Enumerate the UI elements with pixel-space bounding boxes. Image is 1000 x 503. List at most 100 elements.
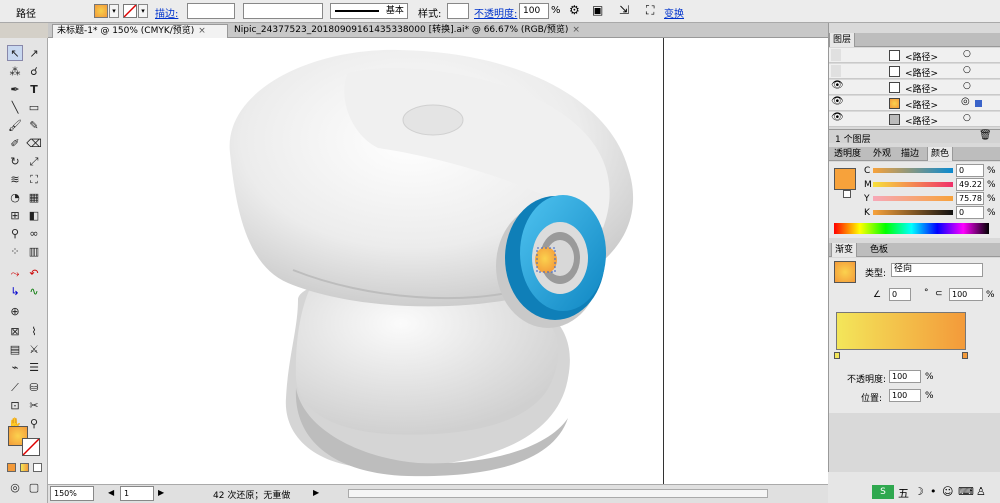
next-page-icon[interactable]: ▶ (158, 488, 164, 497)
eraser-tool-icon[interactable]: ⌫ (26, 135, 42, 151)
selection-indicator[interactable] (975, 100, 982, 107)
live-paint-tool-icon[interactable]: ⛁ (26, 379, 42, 395)
gradient-tool-icon[interactable]: ◧ (26, 207, 42, 223)
opacity-link[interactable]: 不透明度: (474, 5, 517, 20)
magic-wand-tool-icon[interactable]: ⁂ (7, 63, 23, 79)
column-graph-tool-icon[interactable]: ▥ (26, 243, 42, 259)
warp-tool-icon[interactable]: ≋ (7, 171, 23, 187)
close-icon[interactable]: × (572, 25, 580, 35)
delete-layer-icon[interactable]: 🗑 (979, 130, 992, 141)
graph-line-tool-icon[interactable]: ⌁ (7, 359, 23, 375)
channel-m-slider[interactable] (873, 182, 953, 187)
slice-tool-icon[interactable]: ⌇ (26, 323, 42, 339)
tab-untitled[interactable]: 未标题-1* @ 150% (CMYK/预览) × (52, 24, 228, 38)
target-tool-icon[interactable]: ⊕ (7, 303, 23, 319)
rectangle-tool-icon[interactable]: ▭ (26, 99, 42, 115)
measure-tool-icon[interactable]: ⟋ (7, 379, 23, 395)
screen-mode-icon[interactable]: ▢ (26, 479, 42, 495)
color-stroke-swatch[interactable] (843, 190, 851, 198)
stroke-link[interactable]: 描边: (155, 5, 178, 20)
eye-icon[interactable]: 👁 (831, 112, 844, 123)
emoji-icon[interactable]: ☺ (942, 485, 953, 498)
scissors-tool-icon[interactable]: ✂ (26, 397, 42, 413)
close-icon[interactable]: × (198, 26, 206, 36)
stroke-dropdown[interactable]: ▾ (138, 4, 148, 18)
channel-m-input[interactable]: 49.22 (956, 178, 984, 191)
ime-mode-icon[interactable]: 五 (898, 485, 909, 501)
prev-page-icon[interactable]: ◀ (108, 488, 114, 497)
target-icon[interactable]: ○ (963, 49, 971, 59)
blob-brush-tool-icon[interactable]: ✐ (7, 135, 23, 151)
wave-tool-icon[interactable]: ∿ (26, 283, 42, 299)
tab-swatches[interactable]: 色板 (867, 243, 891, 257)
knife-tool-icon[interactable]: ⚔ (26, 341, 42, 357)
brush-select[interactable]: 基本 (330, 3, 408, 19)
fill-dropdown[interactable]: ▾ (109, 4, 119, 18)
stop-position-input[interactable]: 100 (889, 389, 921, 402)
direct-selection-tool-icon[interactable]: ↗ (26, 45, 42, 61)
tab-gradient[interactable]: 渐变 (831, 243, 858, 257)
select-similar-icon[interactable]: ⇲ (619, 3, 629, 17)
target-selected-icon[interactable]: ◎ (961, 96, 970, 107)
visibility-toggle[interactable] (831, 49, 841, 61)
angle-input[interactable]: 0 (889, 288, 911, 301)
aspect-ratio-input[interactable]: 100 (949, 288, 983, 301)
target-icon[interactable]: ○ (963, 113, 971, 123)
artboard-canvas[interactable] (48, 38, 828, 484)
layer-row[interactable]: <路径> ○ (829, 48, 1000, 63)
stroke-color-box[interactable] (22, 438, 40, 456)
symbol-sprayer-tool-icon[interactable]: ⁘ (7, 243, 23, 259)
target-icon[interactable]: ○ (963, 65, 971, 75)
channel-y-input[interactable]: 75.78 (956, 192, 984, 205)
channel-k-input[interactable]: 0 (956, 206, 984, 219)
align-icon[interactable]: ▣ (592, 3, 603, 17)
width-tool-icon[interactable]: ⤳ (7, 265, 23, 281)
type-tool-icon[interactable]: T (26, 81, 42, 97)
stop-opacity-input[interactable]: 100 (889, 370, 921, 383)
user-icon[interactable]: ♙ (976, 485, 986, 498)
paintbrush-tool-icon[interactable]: 🖌 (7, 117, 23, 133)
curvature-tool-icon[interactable]: ↶ (26, 265, 42, 281)
channel-k-slider[interactable] (873, 210, 953, 215)
recolor-icon[interactable]: ⚙ (569, 3, 580, 17)
gradient-type-select[interactable]: 径向 (891, 263, 983, 277)
moon-icon[interactable]: ☽ (914, 485, 924, 498)
color-mode-icon[interactable] (7, 463, 16, 472)
transform-link[interactable]: 变换 (664, 5, 684, 20)
gradient-stop-start[interactable] (834, 352, 840, 359)
pencil-tool-icon[interactable]: ✎ (26, 117, 42, 133)
tab-layers[interactable]: 图层 (829, 33, 856, 47)
fill-swatch[interactable] (94, 4, 108, 18)
blend-tool-icon[interactable]: ∞ (26, 225, 42, 241)
zoom-select[interactable]: 150% (50, 486, 94, 501)
gradient-preview[interactable] (834, 261, 856, 283)
line-tool-icon[interactable]: ╲ (7, 99, 23, 115)
stroke-swatch[interactable] (123, 4, 137, 18)
page-select[interactable]: 1 (120, 486, 154, 501)
draw-mode-icon[interactable]: ◎ (7, 479, 23, 495)
selection-tool-icon[interactable]: ↖ (7, 45, 23, 61)
gradient-stop-end[interactable] (962, 352, 968, 359)
scale-tool-icon[interactable]: ⤢ (26, 153, 42, 169)
tab-transparency[interactable]: 透明度 (831, 147, 864, 161)
perspective-grid-tool-icon[interactable]: ▦ (26, 189, 42, 205)
mesh-tool-icon[interactable]: ⊞ (7, 207, 23, 223)
rotate-tool-icon[interactable]: ↻ (7, 153, 23, 169)
layer-row[interactable]: 👁 <路径> ◎ (829, 96, 1000, 111)
gradient-mode-icon[interactable] (20, 463, 29, 472)
pen-tool-icon[interactable]: ✒ (7, 81, 23, 97)
none-mode-icon[interactable] (33, 463, 42, 472)
layer-row[interactable]: 👁 <路径> ○ (829, 112, 1000, 127)
horizontal-scrollbar[interactable] (348, 489, 768, 498)
tab-nipic[interactable]: Nipic_24377523_20180909161435338000 [转换]… (230, 24, 580, 38)
layer-row[interactable]: 👁 <路径> ○ (829, 80, 1000, 95)
input-method-icon[interactable]: S (872, 485, 894, 499)
free-transform-tool-icon[interactable]: ⛶ (26, 171, 42, 187)
opacity-input[interactable]: 100 (519, 3, 549, 19)
channel-y-slider[interactable] (873, 196, 953, 201)
tab-stroke[interactable]: 描边 (898, 147, 922, 161)
list-tool-icon[interactable]: ☰ (26, 359, 42, 375)
punctuation-icon[interactable]: • (930, 485, 937, 498)
color-fill-swatch[interactable] (834, 168, 856, 190)
target-icon[interactable]: ○ (963, 81, 971, 91)
